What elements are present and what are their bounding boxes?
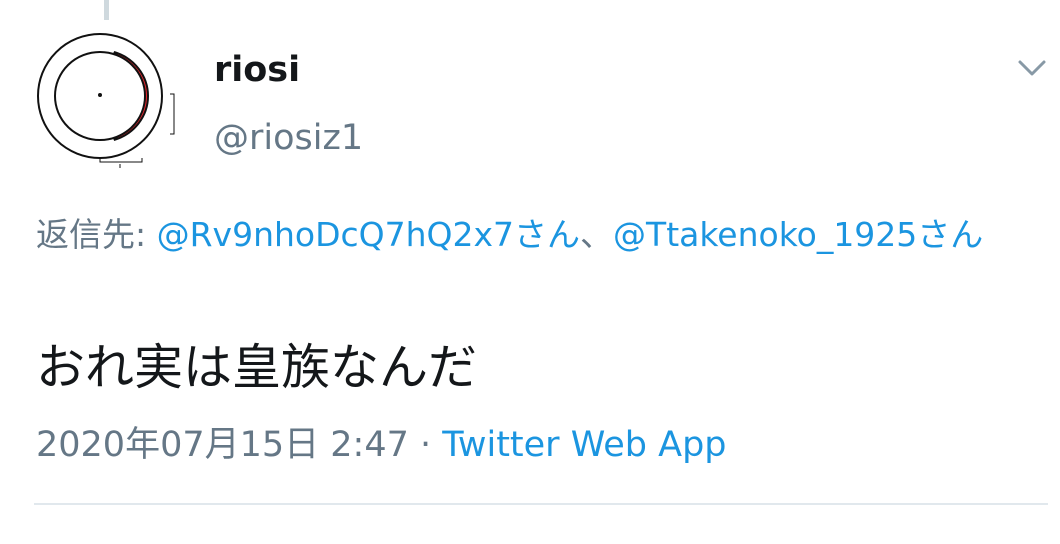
avatar[interactable] xyxy=(34,30,184,175)
ring-avatar-icon xyxy=(34,30,184,175)
reply-mention-1[interactable]: @Rv9nhoDcQ7hQ2x7さん xyxy=(157,215,580,254)
author-display-name[interactable]: riosi xyxy=(214,48,300,92)
reply-to-line: 返信先: @Rv9nhoDcQ7hQ2x7さん、@Ttakenoko_1925さ… xyxy=(36,210,1046,260)
thread-connector-line xyxy=(104,0,109,20)
chevron-down-icon xyxy=(1018,60,1046,76)
tweet-text: おれ実は皇族なんだ xyxy=(36,339,478,396)
reply-separator: 、 xyxy=(580,215,614,254)
tweet-meta: 2020年07月15日 2:47 · Twitter Web App xyxy=(36,420,727,470)
divider xyxy=(34,503,1048,505)
tweet-source-link[interactable]: Twitter Web App xyxy=(442,425,726,465)
reply-mention-2[interactable]: @Ttakenoko_1925さん xyxy=(613,215,983,254)
tweet-menu-button[interactable] xyxy=(1012,52,1052,86)
tweet-timestamp[interactable]: 2020年07月15日 2:47 xyxy=(36,425,409,465)
author-handle[interactable]: @riosiz1 xyxy=(214,116,363,160)
reply-prefix: 返信先: xyxy=(36,215,157,254)
meta-dot-separator: · xyxy=(408,425,443,465)
